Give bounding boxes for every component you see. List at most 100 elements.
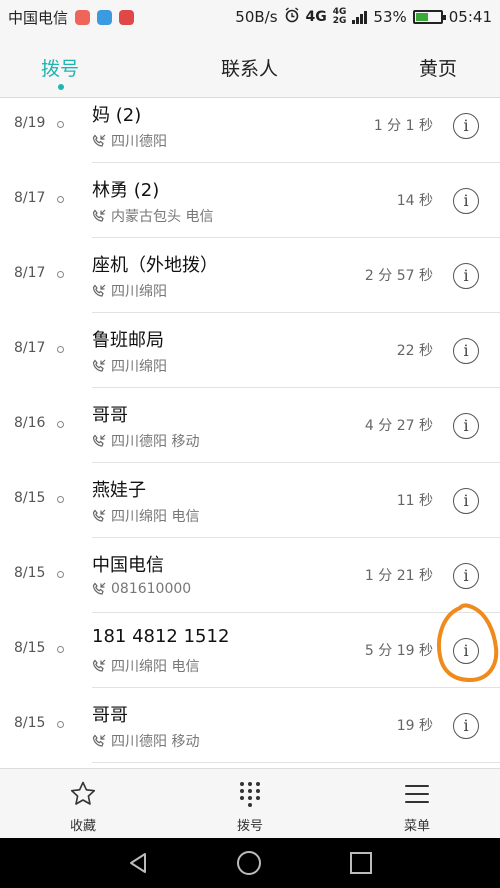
- call-log-row[interactable]: 8/17 鲁班邮局 四川绵阳 22 秒 i: [0, 313, 500, 388]
- call-log-row[interactable]: 8/15 哥哥 四川德阳 移动 19 秒 i: [0, 688, 500, 763]
- info-icon[interactable]: i: [453, 338, 479, 364]
- dialpad-button[interactable]: 拨号: [205, 777, 295, 834]
- caller-location: 四川绵阳: [92, 281, 167, 301]
- menu-icon: [405, 785, 429, 803]
- location-text: 四川绵阳 电信: [111, 659, 200, 675]
- incoming-call-icon: [92, 209, 106, 222]
- battery-percent: 53%: [373, 8, 407, 26]
- incoming-call-icon: [92, 359, 106, 372]
- info-icon[interactable]: i: [453, 263, 479, 289]
- back-icon[interactable]: [126, 851, 150, 875]
- browser-notification-icon: [97, 9, 113, 25]
- call-log-row[interactable]: 8/16 哥哥 四川德阳 移动 4 分 27 秒 i: [0, 388, 500, 463]
- call-date: 8/15: [14, 490, 46, 506]
- dialpad-icon: [240, 782, 260, 807]
- call-date: 8/17: [14, 190, 46, 206]
- tab-yellow-pages[interactable]: 黄页: [419, 54, 457, 81]
- app-notification-icon: [75, 9, 91, 25]
- incoming-call-icon: [92, 582, 106, 595]
- tab-contacts[interactable]: 联系人: [221, 54, 278, 81]
- info-icon[interactable]: i: [453, 413, 479, 439]
- call-date: 8/19: [14, 115, 46, 131]
- call-dot-icon: [57, 646, 64, 653]
- network-type: 4G: [305, 9, 327, 25]
- call-log-row[interactable]: 8/17 座机（外地拨） 四川绵阳 2 分 57 秒 i: [0, 238, 500, 313]
- caller-name: 燕娃子: [92, 480, 146, 501]
- call-log-row[interactable]: 8/15 燕娃子 四川绵阳 电信 11 秒 i: [0, 463, 500, 538]
- signal-icon: [352, 10, 368, 24]
- call-dot-icon: [57, 421, 64, 428]
- call-duration: 22 秒: [396, 343, 433, 359]
- menu-button[interactable]: 菜单: [372, 777, 462, 834]
- call-date: 8/16: [14, 415, 46, 431]
- call-duration: 11 秒: [396, 493, 433, 509]
- call-duration: 1 分 21 秒: [364, 568, 433, 584]
- star-icon: [70, 781, 96, 805]
- info-icon[interactable]: i: [453, 563, 479, 589]
- call-dot-icon: [57, 496, 64, 503]
- call-log-row[interactable]: 8/15 中国电信 081610000 1 分 21 秒 i: [0, 538, 500, 613]
- call-dot-icon: [57, 196, 64, 203]
- call-log-list[interactable]: 8/19 妈 (2) 四川德阳 1 分 1 秒 i 8/17 林勇 (2) 内蒙…: [0, 98, 500, 766]
- info-icon[interactable]: i: [453, 713, 479, 739]
- status-bar: 中国电信 50B/s 4G 4G 2G 53% 05:41: [0, 0, 500, 34]
- call-dot-icon: [57, 346, 64, 353]
- home-icon[interactable]: [236, 850, 262, 876]
- caller-location: 内蒙古包头 电信: [92, 206, 213, 226]
- incoming-call-icon: [92, 134, 106, 147]
- favorites-button[interactable]: 收藏: [38, 777, 128, 834]
- tab-dialer[interactable]: 拨号: [41, 54, 79, 81]
- call-dot-icon: [57, 721, 64, 728]
- info-icon[interactable]: i: [453, 488, 479, 514]
- incoming-call-icon: [92, 734, 106, 747]
- call-date: 8/17: [14, 265, 46, 281]
- favorites-label: 收藏: [69, 819, 96, 834]
- call-duration: 1 分 1 秒: [373, 118, 433, 134]
- call-dot-icon: [57, 571, 64, 578]
- call-log-row[interactable]: 8/19 妈 (2) 四川德阳 1 分 1 秒 i: [0, 98, 500, 163]
- call-date: 8/15: [14, 715, 46, 731]
- location-text: 081610000: [111, 581, 192, 597]
- network-indicator: 4G 2G: [333, 8, 347, 26]
- call-log-row[interactable]: 8/15 181 4812 1512 四川绵阳 电信 5 分 19 秒 i: [0, 613, 500, 688]
- caller-location: 四川德阳 移动: [92, 731, 199, 751]
- call-duration: 19 秒: [396, 718, 433, 734]
- huawei-notification-icon: [119, 9, 135, 25]
- caller-name: 哥哥: [92, 405, 128, 426]
- caller-name: 林勇 (2): [92, 180, 160, 201]
- caller-name: 鲁班邮局: [92, 330, 164, 351]
- location-text: 内蒙古包头 电信: [111, 209, 214, 225]
- location-text: 四川绵阳: [111, 284, 167, 300]
- caller-name: 181 4812 1512: [92, 626, 230, 647]
- call-log-row[interactable]: 8/17 林勇 (2) 内蒙古包头 电信 14 秒 i: [0, 163, 500, 238]
- caller-name: 中国电信: [92, 555, 164, 576]
- call-duration: 4 分 27 秒: [364, 418, 433, 434]
- battery-icon: [412, 10, 446, 24]
- call-duration: 14 秒: [396, 193, 433, 209]
- active-tab-indicator: [58, 84, 64, 90]
- call-date: 8/17: [14, 340, 46, 356]
- info-icon[interactable]: i: [453, 188, 479, 214]
- caller-location: 四川德阳 移动: [92, 431, 199, 451]
- tab-bar: 拨号 联系人 黄页: [0, 34, 500, 98]
- location-text: 四川德阳 移动: [111, 734, 200, 750]
- caller-location: 四川绵阳 电信: [92, 506, 199, 526]
- info-icon[interactable]: i: [453, 113, 479, 139]
- incoming-call-icon: [92, 509, 106, 522]
- caller-location: 081610000: [92, 581, 191, 597]
- system-nav-bar: [0, 838, 500, 888]
- clock: 05:41: [448, 8, 492, 26]
- incoming-call-icon: [92, 434, 106, 447]
- call-date: 8/15: [14, 640, 46, 656]
- caller-name: 哥哥: [92, 705, 128, 726]
- carrier-label: 中国电信: [8, 8, 69, 27]
- location-text: 四川德阳 移动: [111, 434, 200, 450]
- info-icon[interactable]: i: [453, 638, 479, 664]
- call-duration: 5 分 19 秒: [364, 643, 433, 659]
- alarm-icon: [284, 7, 300, 27]
- dialpad-label: 拨号: [236, 819, 263, 834]
- call-duration: 2 分 57 秒: [364, 268, 433, 284]
- network-speed: 50B/s: [235, 8, 278, 26]
- call-dot-icon: [57, 121, 64, 128]
- recent-apps-icon[interactable]: [349, 851, 373, 875]
